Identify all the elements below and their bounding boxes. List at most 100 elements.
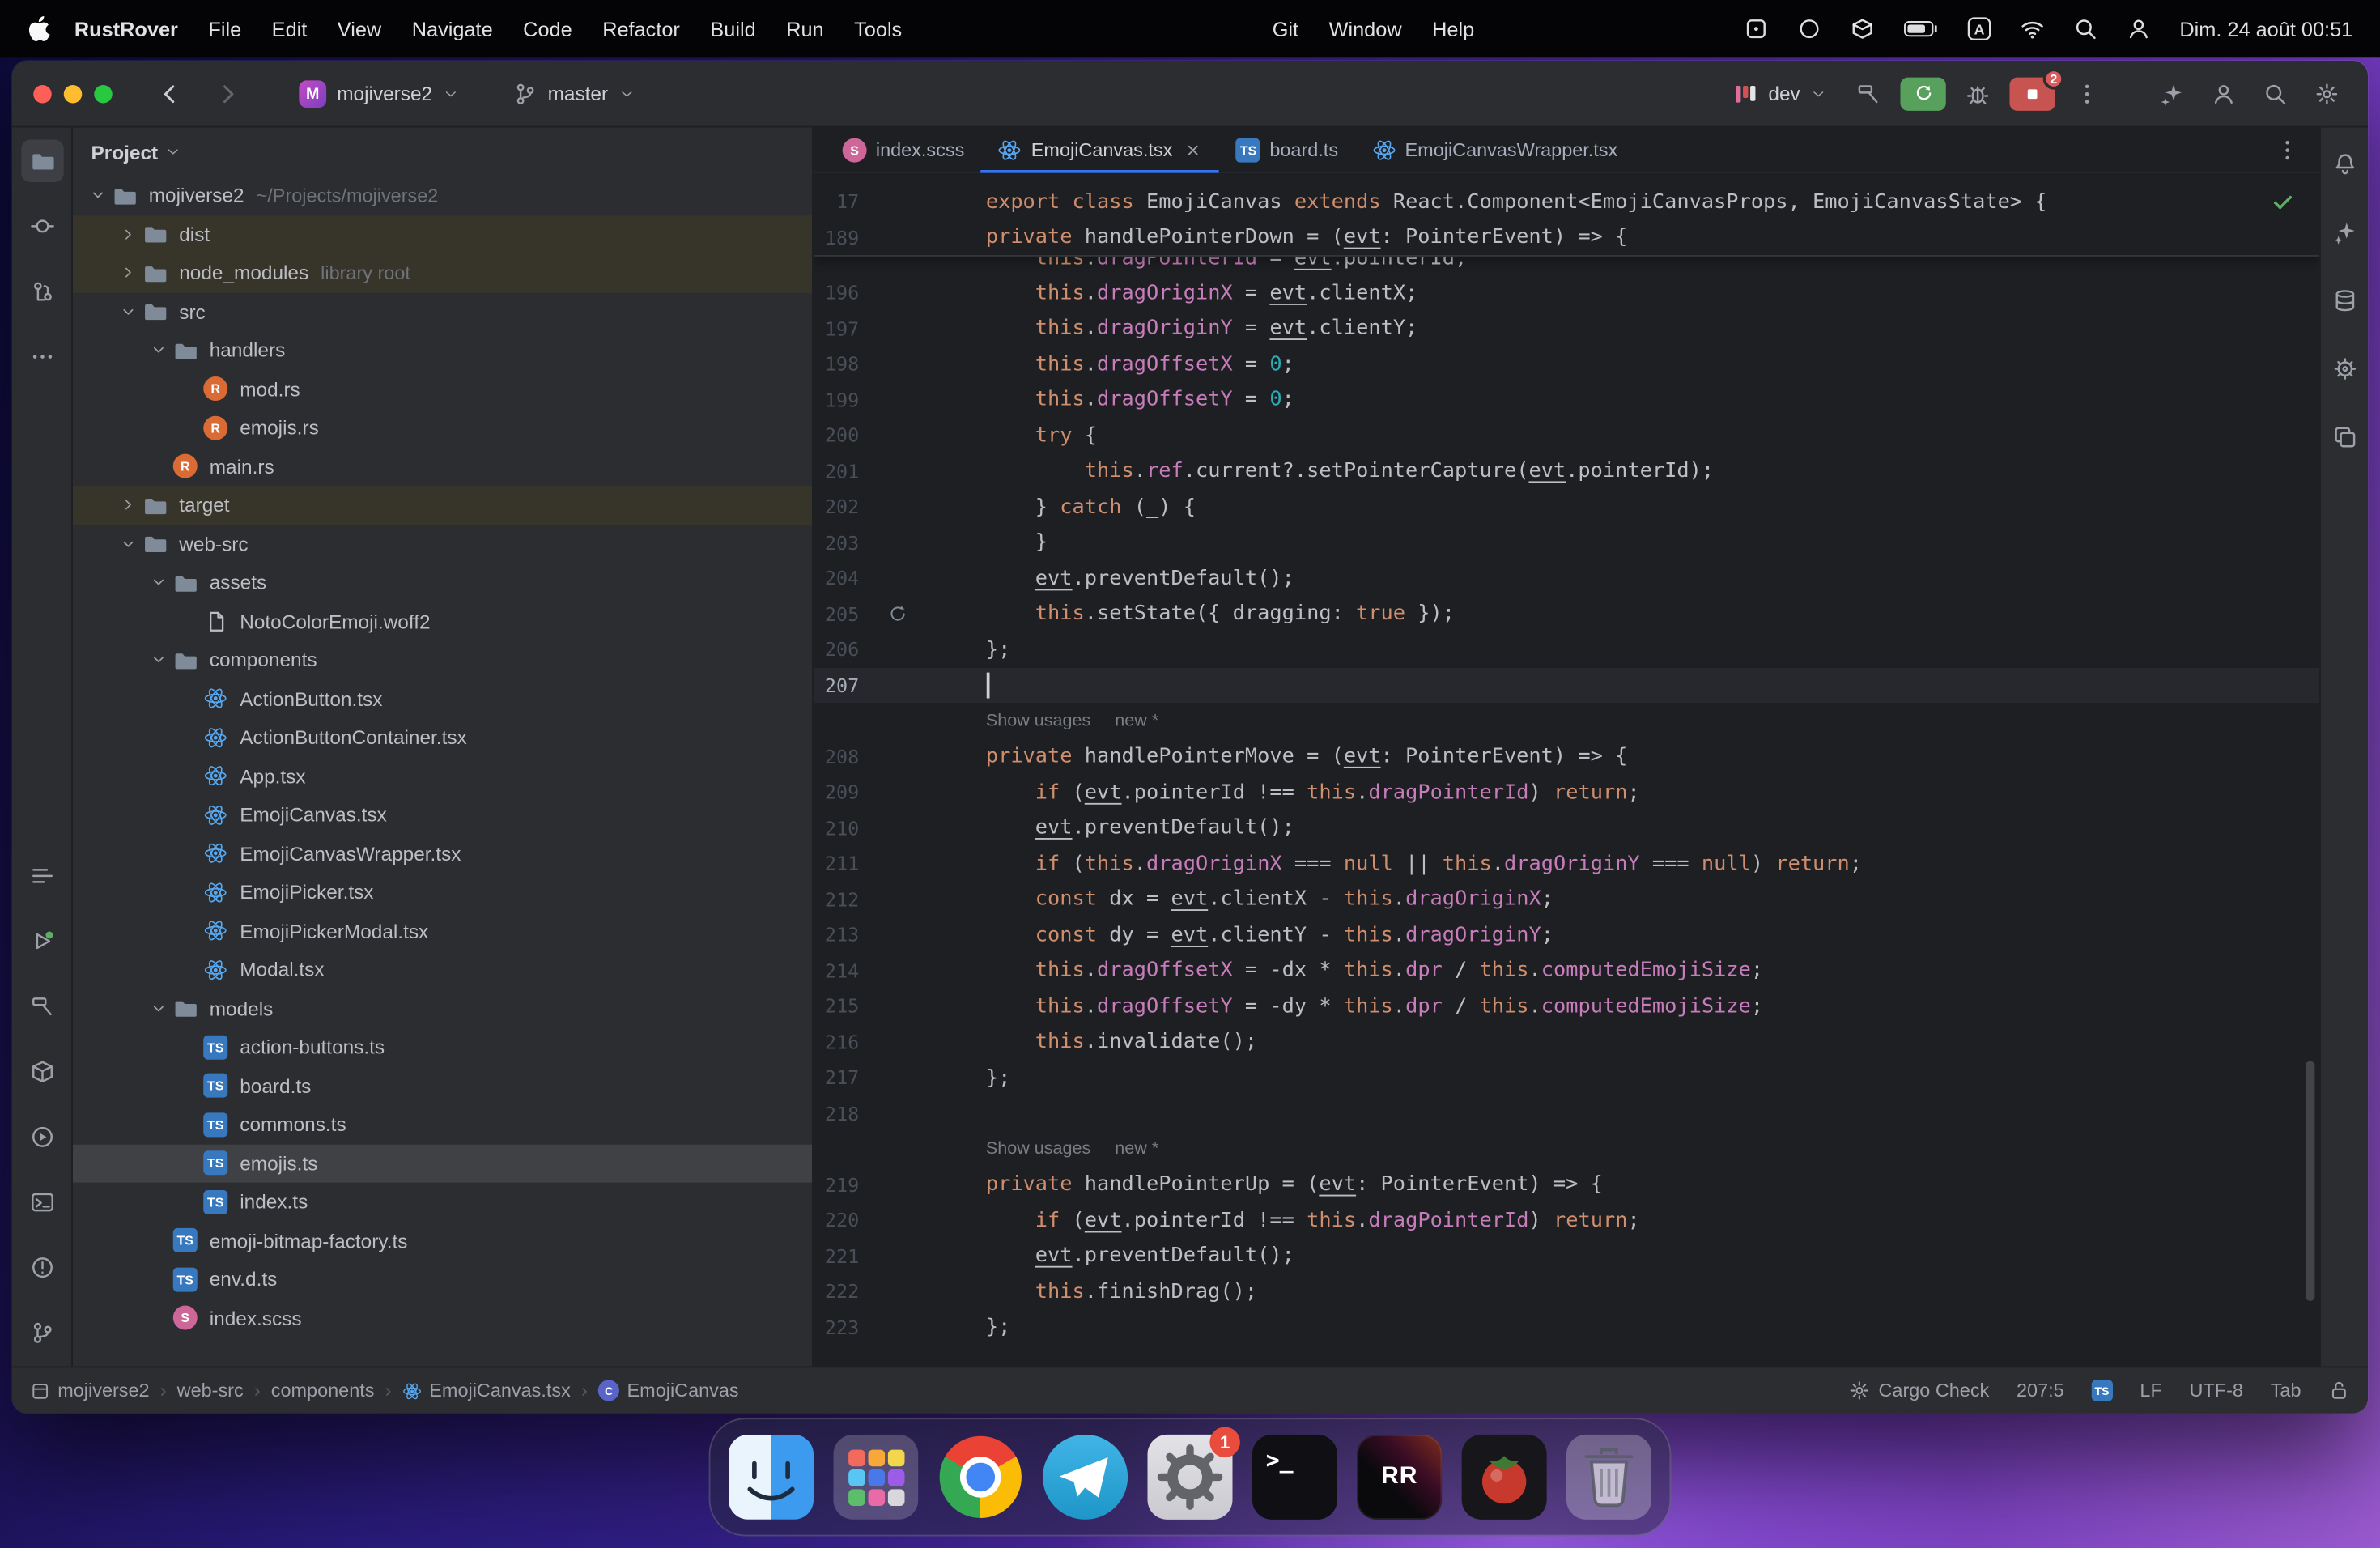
dock-telegram-icon[interactable] <box>1041 1433 1129 1521</box>
tree-item-notocoloremoji-woff2[interactable]: NotoColorEmoji.woff2 <box>73 602 812 640</box>
dock-launchpad-icon[interactable] <box>832 1433 920 1521</box>
tree-item-target[interactable]: target <box>73 486 813 525</box>
settings-button[interactable] <box>2307 74 2347 113</box>
tool-dependencies-button[interactable] <box>2323 416 2366 459</box>
tree-item-emojipickermodal-tsx[interactable]: EmojiPickerModal.tsx <box>73 912 812 950</box>
rerun-button[interactable] <box>1900 76 1946 110</box>
tab-emojicanvas-tsx[interactable]: EmojiCanvas.tsx <box>980 128 1220 173</box>
minimize-window-button[interactable] <box>63 84 83 103</box>
menu-git[interactable]: Git <box>1257 18 1314 40</box>
code-line[interactable]: 206 }; <box>814 632 2319 667</box>
tree-item-emojicanvas-tsx[interactable]: EmojiCanvas.tsx <box>73 796 812 835</box>
close-tab-icon[interactable] <box>1184 140 1203 159</box>
tab-emojicanvaswrapper-tsx[interactable]: EmojiCanvasWrapper.tsx <box>1355 128 1634 172</box>
menu-help[interactable]: Help <box>1417 18 1490 40</box>
code-line[interactable]: 210 evt .preventDefault(); <box>814 810 2319 845</box>
project-panel-header[interactable]: Project <box>73 128 812 176</box>
code-line[interactable]: 211 if (this. dragOriginX === null || thi… <box>814 845 2319 881</box>
tool-services-button[interactable] <box>20 1116 63 1159</box>
tool-database-button[interactable] <box>2323 279 2366 322</box>
menu-edit[interactable]: Edit <box>257 18 322 40</box>
code-line[interactable]: 221 evt .preventDefault(); <box>814 1238 2319 1274</box>
tree-item-index-ts[interactable]: TS index.ts <box>73 1183 812 1222</box>
vcs-branch-widget[interactable]: master <box>502 75 644 112</box>
tool-terminal-button[interactable] <box>20 1181 63 1224</box>
menu-tools[interactable]: Tools <box>839 18 917 40</box>
tree-item-node-modules[interactable]: node_modules library root <box>73 253 813 292</box>
tool-cargo-button[interactable] <box>2323 347 2366 390</box>
code-line[interactable]: 196 this. dragOriginX = evt .clientX; <box>814 274 2319 310</box>
code-line[interactable]: 218 <box>814 1095 2319 1131</box>
tree-item-emoji-bitmap-factory-ts[interactable]: TS emoji-bitmap-factory.ts <box>73 1221 812 1260</box>
breadcrumb-components[interactable]: components <box>271 1380 375 1401</box>
tree-item-handlers[interactable]: handlers <box>73 331 812 370</box>
tool-notifications-button[interactable] <box>2323 142 2366 185</box>
menu-code[interactable]: Code <box>508 18 587 40</box>
code-line[interactable]: 219 private handlePointerUp = (evt: Poin… <box>814 1167 2319 1202</box>
code-line[interactable]: this. dragPointerId = evt .pointerId; <box>814 257 2319 275</box>
chevron-down-icon[interactable] <box>146 342 172 359</box>
code-line[interactable]: 203 } <box>814 525 2319 560</box>
ai-assistant-button[interactable] <box>2153 74 2192 113</box>
show-usages-hint[interactable]: Show usages <box>986 1140 1090 1159</box>
code-line[interactable]: 215 this. dragOffsetY = -dy * this. dpr / … <box>814 989 2319 1024</box>
menu-view[interactable]: View <box>322 18 397 40</box>
code-line[interactable]: 17 export class EmojiCanvas extends Reac… <box>814 184 2319 219</box>
tree-item-emojipicker-tsx[interactable]: EmojiPicker.tsx <box>73 873 812 912</box>
tool-run-button[interactable] <box>20 920 63 963</box>
menu-window[interactable]: Window <box>1314 18 1417 40</box>
chevron-down-icon[interactable] <box>146 652 172 669</box>
tool-more-button[interactable] <box>20 335 63 378</box>
chevron-down-icon[interactable] <box>116 304 142 321</box>
editor-scrollbar[interactable] <box>2306 1061 2315 1301</box>
code-line[interactable]: 201 this. ref .current?.setPointerCapture(… <box>814 453 2319 489</box>
tree-item-emojis-ts[interactable]: TS emojis.ts <box>73 1143 813 1183</box>
breadcrumb-mojiverse2[interactable]: mojiverse2 <box>31 1380 150 1401</box>
spotlight-icon[interactable] <box>2073 17 2097 41</box>
code-line[interactable]: 220 if (evt .pointerId !== this. dragPoint… <box>814 1202 2319 1238</box>
code-with-me-button[interactable] <box>2204 74 2244 113</box>
tool-problems-button[interactable] <box>20 1246 63 1289</box>
chevron-down-icon[interactable] <box>146 1000 172 1017</box>
tree-item-emojis-rs[interactable]: Remojis.rs <box>73 408 812 447</box>
code-line[interactable]: 209 if (evt .pointerId !== this. dragPoint… <box>814 774 2319 810</box>
code-line[interactable]: 202 } catch (_) { <box>814 489 2319 525</box>
code-line[interactable]: 205 this .setState({ dragging: true }); <box>814 596 2319 632</box>
tree-item-emojicanvaswrapper-tsx[interactable]: EmojiCanvasWrapper.tsx <box>73 834 812 873</box>
navigate-forward-button[interactable] <box>215 81 240 105</box>
tool-pull-requests-button[interactable] <box>20 270 63 313</box>
tab-options-button[interactable] <box>2255 128 2319 172</box>
menu-file[interactable]: File <box>193 18 257 40</box>
tree-item-actionbutton-tsx[interactable]: ActionButton.tsx <box>73 679 812 718</box>
chevron-right-icon[interactable] <box>116 226 142 243</box>
menu-refactor[interactable]: Refactor <box>587 18 695 40</box>
recompile-gutter-icon[interactable] <box>888 604 907 623</box>
dropbox-icon[interactable] <box>1850 17 1874 41</box>
tree-item-commons-ts[interactable]: TS commons.ts <box>73 1105 812 1144</box>
code-line[interactable]: 207 <box>814 667 2319 704</box>
tree-item-web-src[interactable]: web-src <box>73 525 812 563</box>
code-vision-hint[interactable]: Show usages new * <box>814 1131 2319 1167</box>
more-actions-button[interactable] <box>2068 74 2107 113</box>
tree-item-env-d-ts[interactable]: TS env.d.ts <box>73 1260 812 1299</box>
close-window-button[interactable] <box>33 84 52 103</box>
battery-icon[interactable] <box>1903 19 1938 38</box>
tool-version-control-button[interactable] <box>20 1312 63 1354</box>
navigate-back-button[interactable] <box>158 81 182 105</box>
code-line[interactable]: 199 this. dragOffsetY = 0; <box>814 382 2319 418</box>
chevron-down-icon[interactable] <box>116 535 142 552</box>
chevron-down-icon[interactable] <box>146 574 172 591</box>
menu-clock[interactable]: Dim. 24 août 00:51 <box>2179 18 2352 40</box>
tool-commit-button[interactable] <box>20 205 63 248</box>
tree-item-src[interactable]: src <box>73 292 812 331</box>
new-hint[interactable]: new * <box>1115 712 1158 730</box>
code-line[interactable]: 189 private handlePointerDown = (evt: Po… <box>814 219 2319 255</box>
code-line[interactable]: 223 }; <box>814 1309 2319 1345</box>
code-line[interactable]: 204 evt .preventDefault(); <box>814 560 2319 596</box>
input-source-icon[interactable]: A <box>1967 17 1991 41</box>
tree-item-components[interactable]: components <box>73 640 812 679</box>
code-line[interactable]: 213 const dy = evt .clientY - this. dragOr… <box>814 917 2319 953</box>
menu-navigate[interactable]: Navigate <box>397 18 508 40</box>
screen-box-icon[interactable] <box>1744 17 1768 41</box>
chevron-right-icon[interactable] <box>116 265 142 282</box>
